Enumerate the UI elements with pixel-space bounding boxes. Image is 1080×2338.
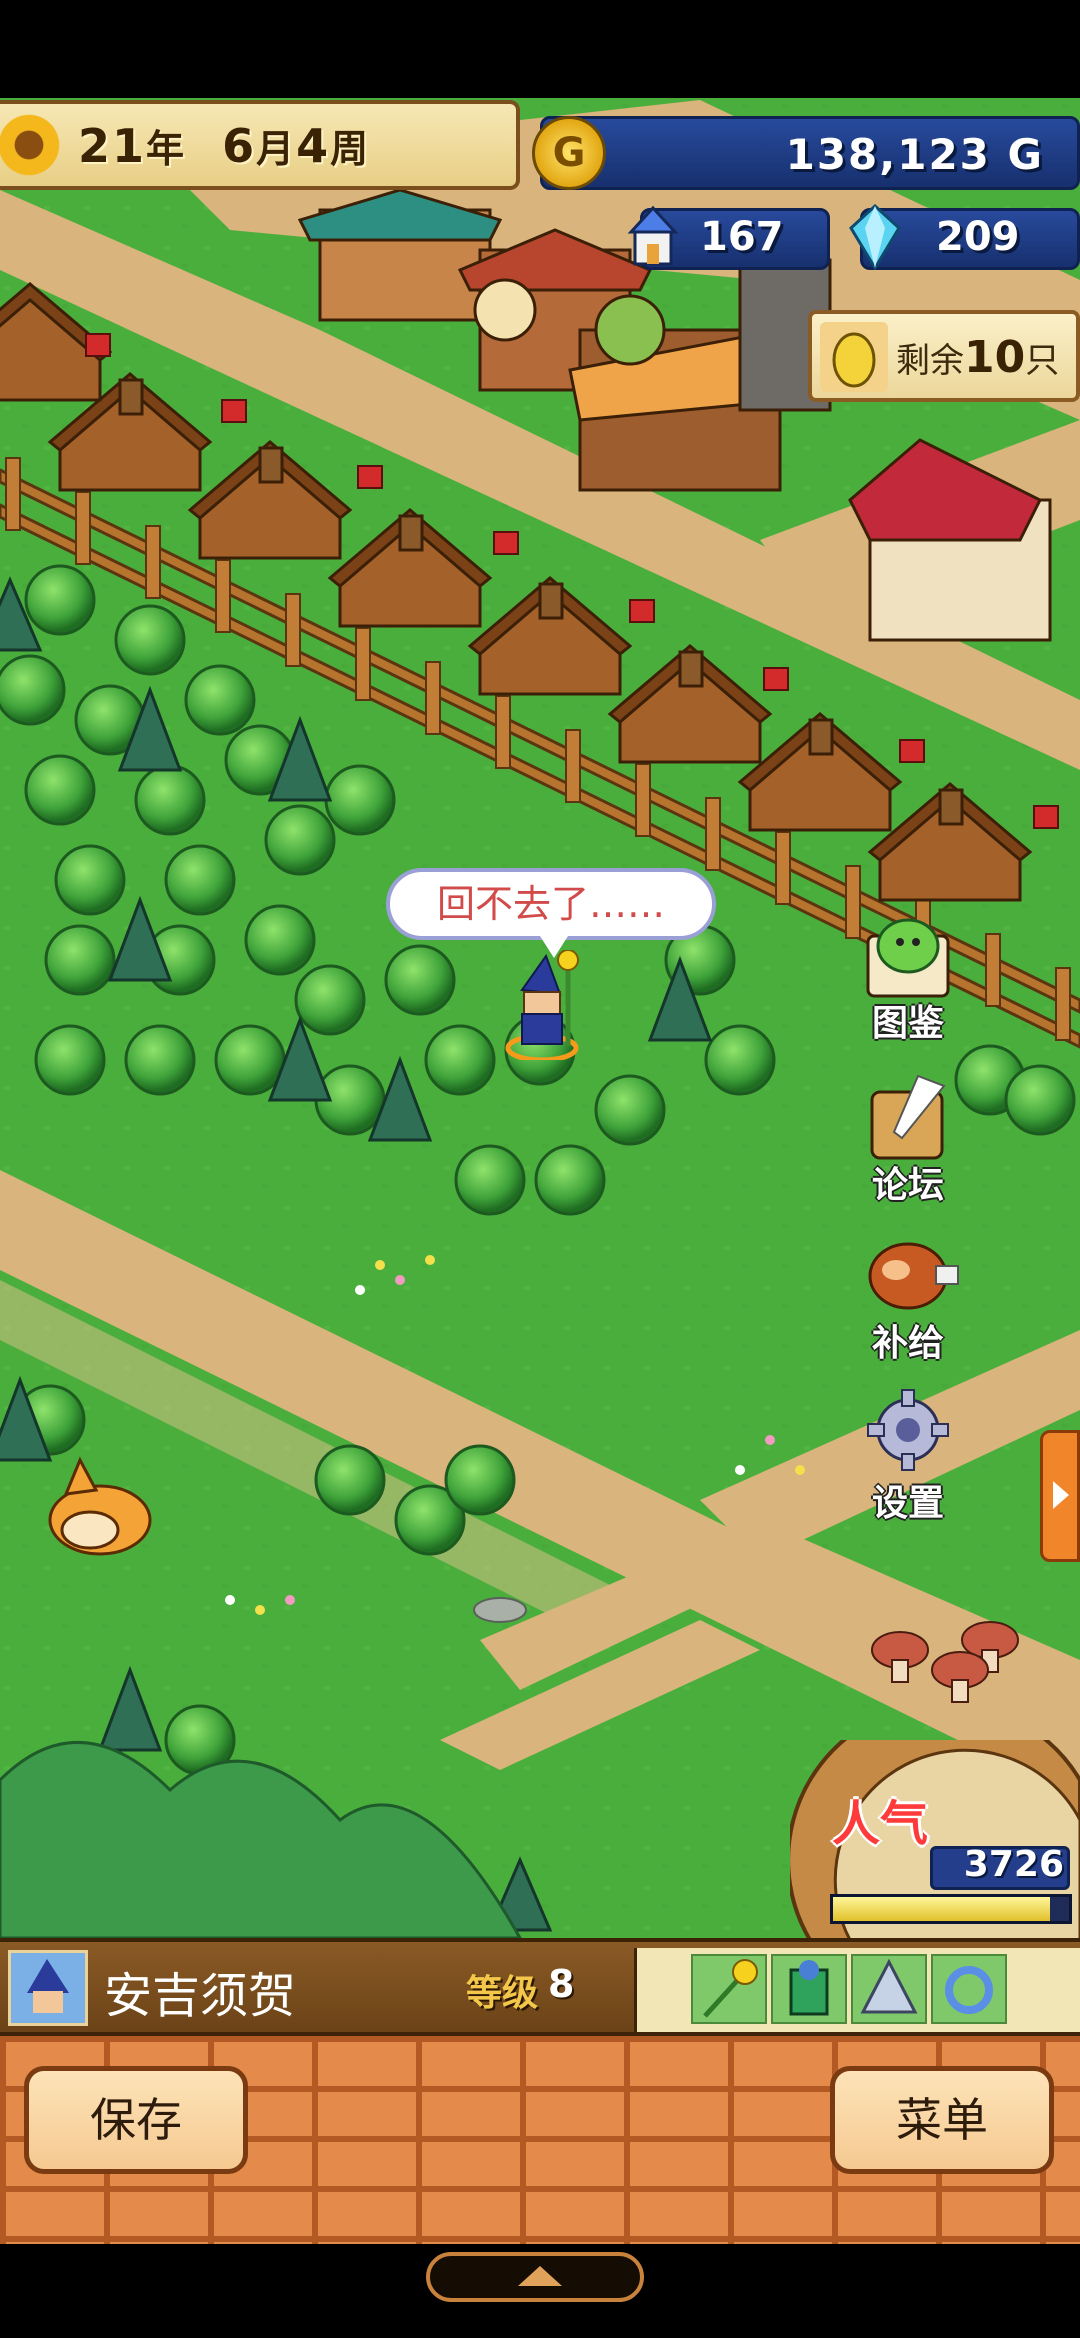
character-name: 安吉须贺 [104, 1968, 297, 2024]
month-unit: 月 [256, 126, 297, 171]
popularity-label: 人气 [832, 1796, 929, 1852]
dragon-book-icon [866, 918, 950, 998]
status-bar [0, 0, 1080, 98]
sunflower-icon [0, 110, 64, 180]
wizard-sprite-icon [505, 950, 579, 1060]
save-button[interactable]: 保存 [24, 2066, 248, 2174]
supply-button[interactable]: 补给 [848, 1226, 968, 1366]
encyclopedia-button[interactable]: 图鉴 [848, 906, 968, 1046]
avatar[interactable] [8, 1950, 88, 2026]
menu-button[interactable]: 菜单 [830, 2066, 1054, 2174]
level-label: 等级 [466, 1973, 539, 2014]
player-character[interactable] [494, 950, 590, 1060]
encyclopedia-label: 图鉴 [871, 1003, 944, 1044]
settings-label: 设置 [871, 1483, 944, 1524]
supply-label: 补给 [871, 1323, 944, 1364]
forum-label: 论坛 [871, 1165, 944, 1206]
population-value: 167 [700, 214, 784, 260]
month-value: 6 [222, 118, 257, 173]
popularity-meter [830, 1894, 1072, 1924]
money-value: 138,123 G [785, 130, 1044, 179]
remaining-label: 剩余 [896, 341, 964, 381]
week-unit: 周 [330, 126, 371, 171]
house-icon [627, 205, 679, 266]
menu-label: 菜单 [896, 2093, 988, 2147]
banana-creature-icon [820, 322, 888, 392]
equipment-panel[interactable] [634, 1948, 1080, 2032]
year-unit: 年 [146, 126, 187, 171]
quill-scroll-icon [870, 1074, 946, 1160]
expand-up-arrow-icon[interactable] [426, 2252, 644, 2302]
gem-value: 209 [936, 214, 1020, 260]
silver-claw-icon[interactable] [851, 1954, 927, 2024]
forum-button[interactable]: 论坛 [848, 1068, 968, 1208]
level-value: 8 [548, 1962, 575, 2006]
remaining-unit: 只 [1025, 341, 1060, 381]
date-display: 21年 6月4周 [78, 118, 370, 173]
week-value: 4 [296, 118, 331, 173]
character-status-bar[interactable]: 安吉须贺 等级 8 [0, 1938, 1080, 2036]
gold-coin-icon: G [532, 116, 606, 190]
remaining-count: 10 [964, 332, 1026, 383]
save-label: 保存 [90, 2093, 182, 2147]
remaining-counter: 剩余10只 [808, 310, 1080, 402]
settings-button[interactable]: 设置 [848, 1386, 968, 1526]
year-value: 21 [78, 118, 147, 173]
popularity-meter-fill [833, 1897, 1051, 1921]
speech-text: 回不去了…… [436, 882, 665, 926]
green-armor-icon[interactable] [771, 1954, 847, 2024]
expand-panel-arrow-icon[interactable] [1040, 1430, 1080, 1562]
blue-ring-icon[interactable] [931, 1954, 1007, 2024]
popularity-value: 3726 [963, 1844, 1064, 1885]
date-plate: 21年 6月4周 [0, 100, 520, 190]
crystal-icon [849, 204, 901, 270]
meat-icon [868, 1242, 959, 1310]
sunflower-staff-icon[interactable] [691, 1954, 767, 2024]
gear-icon [867, 1389, 949, 1471]
speech-bubble: 回不去了…… [386, 868, 716, 958]
